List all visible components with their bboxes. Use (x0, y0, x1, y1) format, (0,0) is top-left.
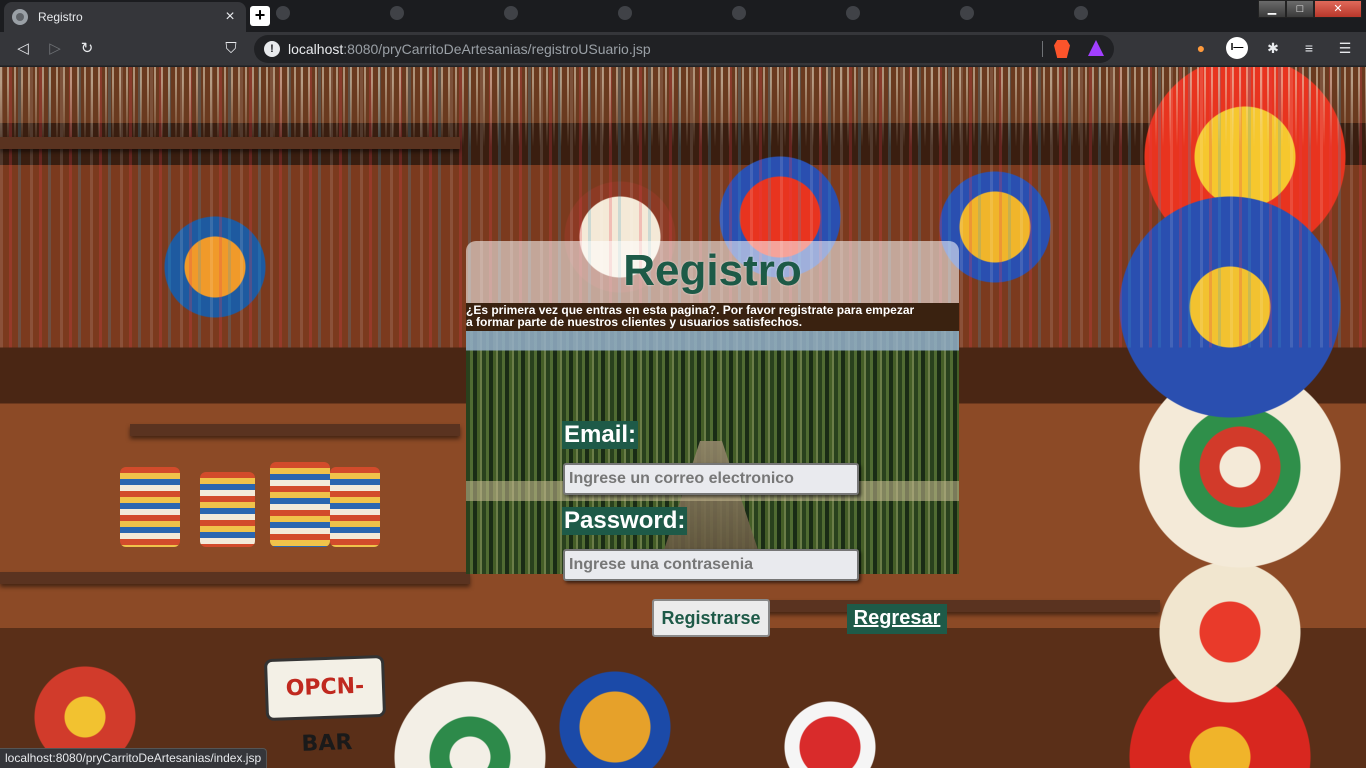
favicon-icon (504, 6, 518, 20)
back-icon[interactable]: ◁ (12, 38, 34, 60)
url-host: localhost (288, 41, 344, 57)
password-field[interactable] (563, 549, 859, 581)
background-tab[interactable] (846, 6, 944, 20)
fox-icon[interactable]: ● (1190, 37, 1212, 59)
close-window-button[interactable]: ✕ (1314, 0, 1362, 18)
shelf (740, 600, 1160, 612)
page-title: Registro (623, 246, 802, 295)
straw-fringe (0, 67, 1366, 147)
favicon-icon (276, 6, 290, 20)
divider (1042, 41, 1043, 57)
favicon-icon (390, 6, 404, 20)
page-background: OPCN- BAR Registro ¿Es primera vez que en… (0, 67, 1366, 768)
register-button[interactable]: Registrarse (652, 599, 770, 637)
address-bar[interactable]: ! localhost:8080/pryCarritoDeArtesanias/… (254, 35, 1114, 63)
background-tab[interactable] (276, 6, 374, 20)
menu-icon[interactable]: ☰ (1334, 37, 1356, 59)
url-text[interactable]: localhost:8080/pryCarritoDeArtesanias/re… (288, 41, 651, 57)
favicon-icon (846, 6, 860, 20)
shelf (0, 137, 460, 149)
bowl-stack (200, 472, 255, 547)
url-path: :8080/pryCarritoDeArtesanias/registroUSu… (343, 41, 651, 57)
background-tab[interactable] (960, 6, 1058, 20)
profile-icon[interactable]: I— (1226, 37, 1248, 59)
favicon-icon (1074, 6, 1088, 20)
background-tab[interactable] (732, 6, 830, 20)
forward-icon[interactable]: ▷ (44, 38, 66, 60)
bookmark-icon[interactable]: ⛉ (220, 38, 242, 60)
shelf (130, 424, 460, 436)
brave-rewards-icon[interactable] (1088, 40, 1104, 56)
tab-close-icon[interactable]: × (222, 9, 238, 25)
maximize-button[interactable]: □ (1286, 0, 1314, 18)
tab-title: Registro (38, 10, 83, 24)
favicon-icon (732, 6, 746, 20)
background-tab[interactable] (1074, 6, 1172, 20)
card-body (466, 331, 959, 574)
password-label: Password: (562, 507, 688, 535)
new-tab-button[interactable]: + (250, 6, 270, 26)
site-info-icon[interactable]: ! (264, 41, 280, 57)
favicon-icon (960, 6, 974, 20)
extensions-area: ● I— ✱ ≡ ☰ (1190, 37, 1356, 59)
opcn-bar-sign: OPCN- BAR (263, 654, 387, 757)
bowl-stack (330, 467, 380, 547)
tab-strip: Registro × + ▁ □ ✕ (0, 0, 1366, 32)
bowl-stack (120, 467, 180, 547)
reload-icon[interactable]: ↻ (76, 38, 98, 60)
card-shade (466, 331, 959, 574)
background-tabs (276, 6, 1172, 20)
globe-icon (12, 9, 28, 25)
brave-shields-icon[interactable] (1054, 40, 1070, 58)
favicon-icon (618, 6, 632, 20)
browser-toolbar: ◁ ▷ ↻ ⛉ ! localhost:8080/pryCarritoDeArt… (0, 32, 1366, 66)
email-label: Email: (562, 421, 639, 449)
background-tab[interactable] (618, 6, 716, 20)
status-bar-url: localhost:8080/pryCarritoDeArtesanias/in… (0, 748, 268, 768)
window-controls: ▁ □ ✕ (1258, 0, 1362, 18)
sign-text-a: OPCN- (285, 673, 365, 702)
minimize-button[interactable]: ▁ (1258, 0, 1286, 18)
email-field[interactable] (563, 463, 859, 495)
media-icon[interactable]: ≡ (1298, 37, 1320, 59)
shelf (0, 572, 470, 584)
intro-text: ¿Es primera vez que entras en esta pagin… (466, 303, 959, 331)
puzzle-icon[interactable]: ✱ (1262, 37, 1284, 59)
tab-registro[interactable]: Registro × (4, 2, 246, 32)
sign-text-b: BAR (301, 730, 353, 757)
background-tab[interactable] (504, 6, 602, 20)
register-card: Registro ¿Es primera vez que entras en e… (466, 241, 959, 637)
background-tab[interactable] (390, 6, 488, 20)
bowl-stack (270, 462, 330, 547)
intro-line-2: a formar parte de nuestros clientes y us… (466, 315, 803, 329)
back-link[interactable]: Regresar (847, 604, 947, 634)
